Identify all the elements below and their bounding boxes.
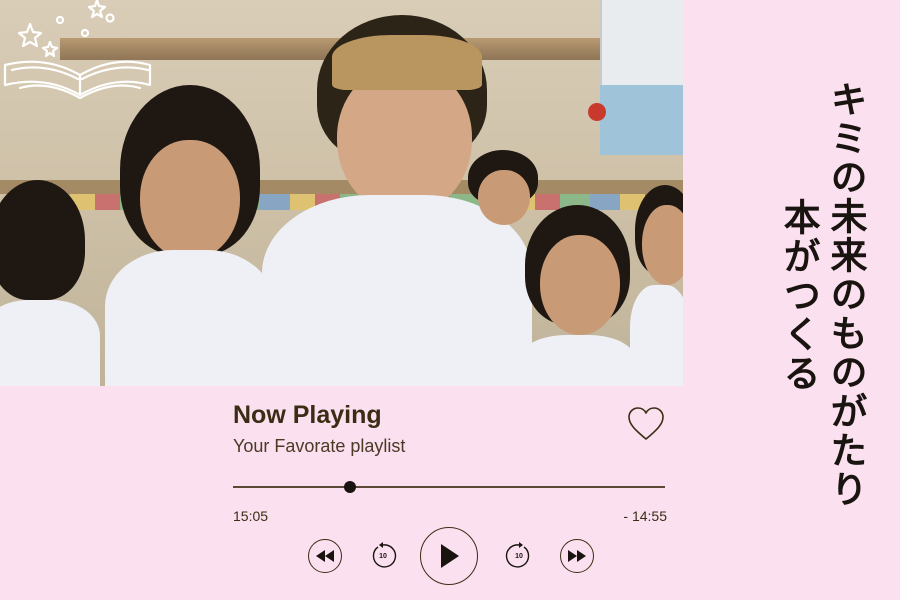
- play-icon: [441, 544, 459, 568]
- rewind-10-button[interactable]: 10: [369, 542, 397, 570]
- skip-previous-icon: [316, 550, 334, 562]
- photo-red-ornament: [588, 103, 606, 121]
- elapsed-time: 15:05: [233, 508, 269, 524]
- photo-wall-map: [600, 85, 683, 155]
- forward-seconds: 10: [515, 552, 523, 560]
- title-line-2: キミの未来のものがたり: [824, 80, 868, 509]
- photo-child-right: [520, 205, 635, 386]
- rewind-seconds: 10: [379, 552, 387, 560]
- title-line-1: 本がつくる: [777, 198, 822, 393]
- photo-child-back: [468, 150, 538, 230]
- open-book-icon: [3, 0, 152, 100]
- classroom-photo: [0, 0, 683, 386]
- heart-icon[interactable]: [627, 406, 665, 442]
- skip-next-button[interactable]: [560, 539, 594, 573]
- progress-track[interactable]: [233, 486, 665, 488]
- photo-child-far-right: [630, 185, 683, 386]
- skip-next-icon: [568, 550, 586, 562]
- forward-10-button[interactable]: 10: [505, 542, 533, 570]
- photo-child-left: [0, 180, 100, 386]
- play-button[interactable]: [420, 527, 478, 585]
- now-playing-title: Now Playing: [233, 401, 382, 429]
- skip-previous-button[interactable]: [308, 539, 342, 573]
- photo-child-second: [105, 85, 275, 386]
- progress-knob[interactable]: [343, 481, 356, 493]
- playlist-subtitle: Your Favorate playlist: [233, 436, 406, 456]
- remaining-time: - 14:55: [623, 508, 667, 524]
- vertical-title: 本がつくる キミの未来のものがたり: [735, 80, 868, 540]
